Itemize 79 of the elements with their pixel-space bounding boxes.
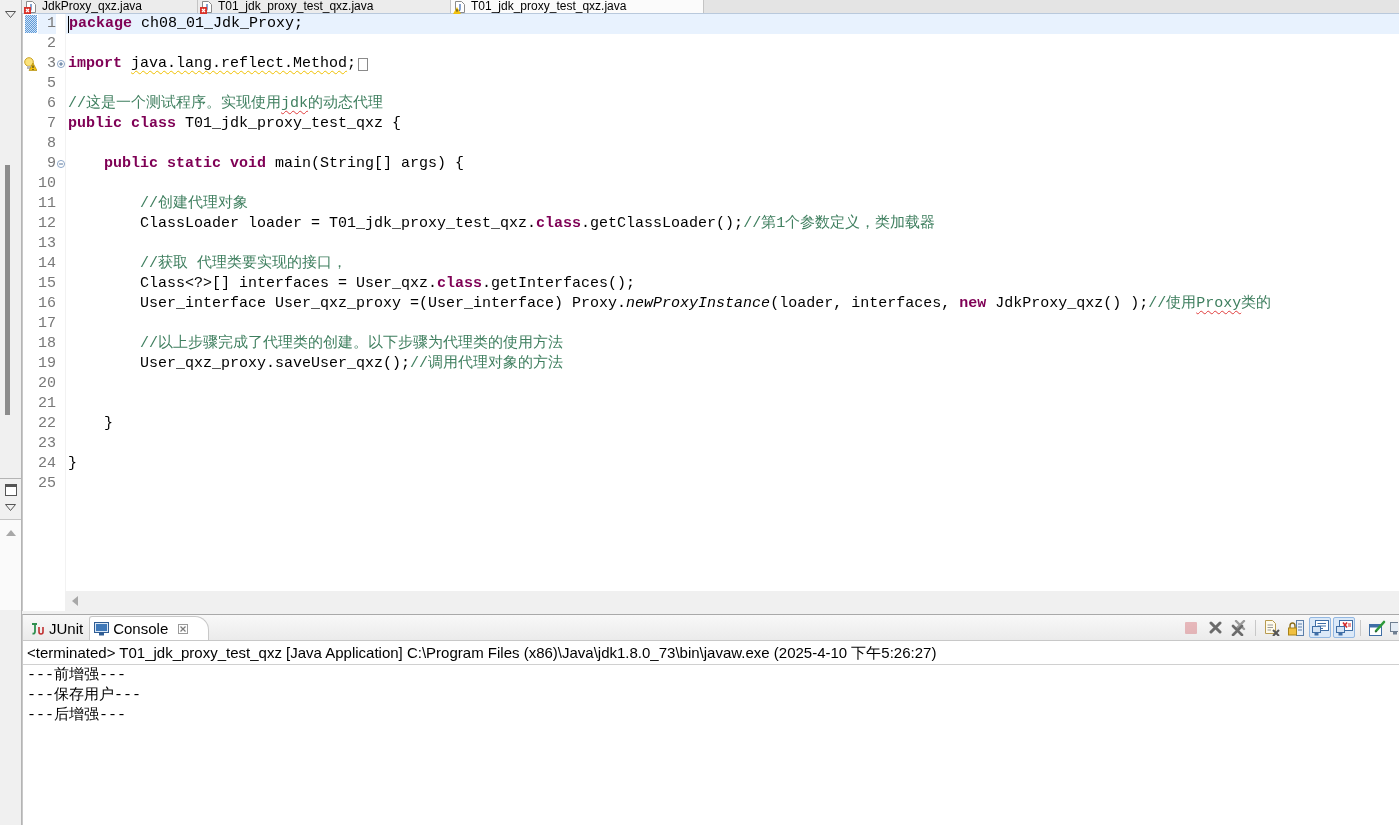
console-output-line: ---后增强--- <box>27 706 126 727</box>
error-marker-icon <box>200 6 207 14</box>
line-number: 24 <box>38 454 56 474</box>
line-number: 20 <box>38 374 56 394</box>
code-line: //创建代理对象 <box>139 194 248 214</box>
monitor-error-icon <box>1335 619 1353 636</box>
lightbulb-warning-icon <box>24 57 37 71</box>
hatched-marker-icon <box>24 15 37 33</box>
double-x-icon <box>1231 619 1247 636</box>
console-toolbar-button[interactable] <box>1285 617 1307 639</box>
code-line: } <box>103 414 113 434</box>
window-pen-icon <box>1368 619 1386 636</box>
monitor-lines-icon <box>1311 619 1329 636</box>
code-editor[interactable] <box>22 14 1399 612</box>
x-icon <box>1208 621 1222 635</box>
editor-tab[interactable]: JdkProxy_qxz.java <box>22 0 198 13</box>
line-number: 10 <box>38 174 56 194</box>
line-number: 5 <box>46 74 56 94</box>
console-toolbar-button[interactable] <box>1309 617 1331 639</box>
line-number: 15 <box>38 274 56 294</box>
junit-icon <box>30 622 45 636</box>
editor-tab[interactable]: T01_jdk_proxy_test_qxz.java <box>451 0 704 13</box>
line-number: 16 <box>38 294 56 314</box>
line-number: 2 <box>46 34 56 54</box>
line-number: 8 <box>46 134 56 154</box>
collapse-icon[interactable] <box>56 160 65 168</box>
horizontal-scrollbar[interactable] <box>65 591 1399 612</box>
code-line: public static void main(String[] args) { <box>103 154 465 174</box>
line-number: 22 <box>38 414 56 434</box>
view-menu-icon[interactable] <box>5 504 16 511</box>
process-status-line: <terminated> T01_jdk_proxy_test_qxz [Java Application] C:\Program Files (x86)\Java\jdk1.8.0_73\bin\javaw.exe (2025-4-10 下午5:26:27) <box>23 641 1399 666</box>
text-cursor <box>68 15 69 33</box>
line-number: 6 <box>46 94 56 114</box>
line-number: 7 <box>46 114 56 134</box>
code-line: import java.lang.reflect.Method; <box>68 54 357 74</box>
code-line: Class<?>[] interfaces = User_qxz.class.getInterfaces(); <box>139 274 636 294</box>
warning-marker-icon <box>453 6 461 14</box>
folded-code-box-icon[interactable] <box>358 57 369 71</box>
console-output-line: ---前增强--- <box>27 666 126 686</box>
console-output-line: ---保存用户--- <box>27 686 141 706</box>
stop-square-icon <box>1185 621 1197 634</box>
code-line: User_qxz_proxy.saveUser_qxz();//调用代理对象的方法 <box>139 354 564 374</box>
line-number: 17 <box>38 314 56 334</box>
line-number: 14 <box>38 254 56 274</box>
restore-icon[interactable] <box>4 484 17 496</box>
line-number: 13 <box>38 234 56 254</box>
line-number: 25 <box>38 474 56 494</box>
left-arrow-icon[interactable] <box>72 596 78 607</box>
code-line: package ch08_01_Jdk_Proxy; <box>69 14 304 34</box>
code-line: public class T01_jdk_proxy_test_qxz { <box>68 114 402 134</box>
line-number: 3 <box>46 54 56 74</box>
line-number: 9 <box>46 154 56 174</box>
expand-icon[interactable] <box>56 60 65 68</box>
line-number: 23 <box>38 434 56 454</box>
close-icon[interactable] <box>178 623 189 634</box>
line-number: 21 <box>38 394 56 414</box>
code-line: ClassLoader loader = T01_jdk_proxy_test_qxz.class.getClassLoader();//第1个参数定义，类加载器 <box>139 214 936 234</box>
code-line: User_interface User_qxz_proxy =(User_interface) Proxy.newProxyInstance(loader, interfaces, new JdkProxy_qxz() );//使用Proxy类的 <box>139 294 1272 314</box>
monitor-icon <box>1390 619 1398 636</box>
line-number: 12 <box>38 214 56 234</box>
document-x-icon <box>1264 619 1280 636</box>
console-tab[interactable]: Console <box>89 616 210 641</box>
code-line: } <box>68 454 77 474</box>
console-toolbar-button[interactable] <box>1333 617 1355 639</box>
error-marker-icon <box>24 6 31 14</box>
code-line: //获取 代理类要实现的接口， <box>139 254 348 274</box>
view-menu-icon[interactable] <box>5 11 16 18</box>
lock-document-icon <box>1288 619 1304 636</box>
up-arrow-icon[interactable] <box>5 530 16 536</box>
console-tab[interactable]: JUnit <box>25 616 90 641</box>
code-line: //以上步骤完成了代理类的创建。以下步骤为代理类的使用方法 <box>139 334 563 354</box>
editor-tab[interactable]: T01_jdk_proxy_test_qxz.java <box>198 0 451 13</box>
line-number: 19 <box>38 354 56 374</box>
line-number: 18 <box>38 334 56 354</box>
code-line: //这是一个测试程序。实现使用jdk的动态代理 <box>68 94 384 114</box>
monitor-icon <box>94 621 110 636</box>
line-number: 1 <box>38 14 56 34</box>
scrollbar-thumb[interactable] <box>5 165 10 415</box>
line-number: 11 <box>38 194 56 214</box>
